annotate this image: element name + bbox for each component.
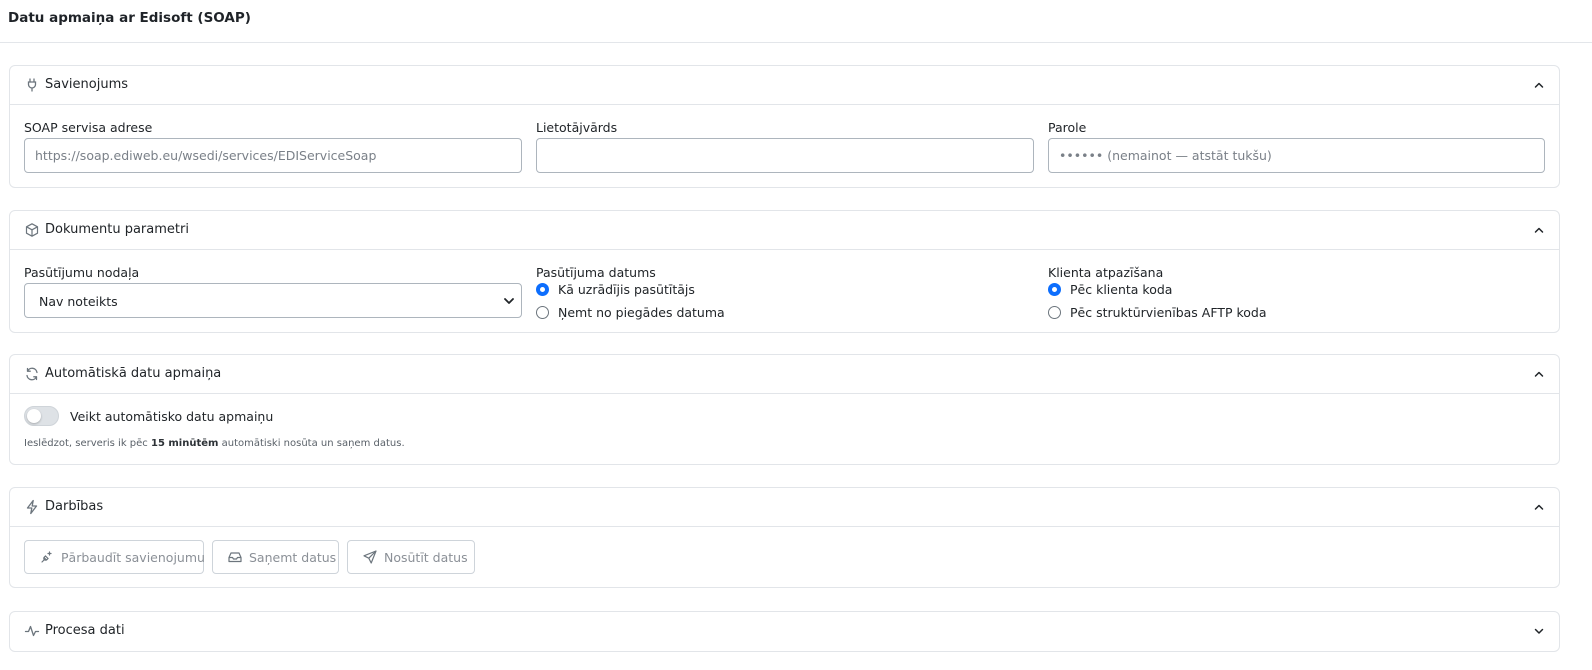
auto-exchange-toggle[interactable]	[24, 406, 59, 426]
send-data-button[interactable]: Nosūtīt datus	[347, 540, 475, 574]
auto-exchange-card-title: Automātiskā datu apmaiņa	[45, 366, 222, 381]
password-label: Parole	[1048, 120, 1087, 135]
plug-test-icon	[40, 550, 54, 564]
soap-address-label: SOAP servisa adrese	[24, 120, 153, 135]
radio-label: Ņemt no piegādes datuma	[558, 305, 725, 320]
chevron-down-icon[interactable]	[1533, 625, 1545, 637]
helper-suffix: automātiski nosūta un saņem datus.	[218, 438, 405, 449]
username-label: Lietotājvārds	[536, 120, 618, 135]
radio-unchecked[interactable]	[1048, 306, 1061, 319]
password-input[interactable]	[1048, 138, 1545, 173]
page-header: Datu apmaiņa ar Edisoft (SOAP)	[0, 0, 1592, 43]
radio-label: Pēc struktūrvienības AFTP koda	[1070, 305, 1267, 320]
process-data-card-title: Procesa dati	[45, 623, 125, 638]
receive-data-button[interactable]: Saņemt datus	[212, 540, 339, 574]
chevron-up-icon[interactable]	[1533, 368, 1545, 380]
documents-card-header[interactable]: Dokumentu parametri	[10, 211, 1559, 250]
client-recognition-label: Klienta atpazīšana	[1048, 265, 1164, 280]
box-icon	[24, 222, 40, 238]
actions-card: Darbības Pārbaudīt savienojumu Saņemt da…	[9, 487, 1560, 588]
connection-card-title: Savienojums	[45, 77, 129, 92]
chevron-up-icon[interactable]	[1533, 224, 1545, 236]
auto-exchange-helper-text: Ieslēdzot, serveris ik pēc 15 minūtēm au…	[24, 438, 405, 449]
plug-icon	[24, 77, 40, 93]
inbox-icon	[228, 550, 242, 564]
test-connection-button-label: Pārbaudīt savienojumu	[61, 550, 205, 565]
department-select-value: Nav noteikts	[39, 294, 118, 309]
send-icon	[363, 550, 377, 564]
radio-label: Kā uzrādījis pasūtītājs	[558, 282, 695, 297]
order-date-option-customer[interactable]: Kā uzrādījis pasūtītājs	[536, 281, 776, 299]
connection-card: Savienojums SOAP servisa adrese Lietotāj…	[9, 65, 1560, 188]
connection-card-header[interactable]: Savienojums	[10, 66, 1559, 105]
process-data-card: Procesa dati	[9, 611, 1560, 652]
helper-prefix: Ieslēdzot, serveris ik pēc	[24, 438, 151, 449]
chevron-up-icon[interactable]	[1533, 501, 1545, 513]
radio-checked[interactable]	[536, 283, 549, 296]
client-option-aftp[interactable]: Pēc struktūrvienības AFTP koda	[1048, 304, 1308, 322]
order-date-label: Pasūtījuma datums	[536, 265, 656, 280]
auto-exchange-card-header[interactable]: Automātiskā datu apmaiņa	[10, 355, 1559, 394]
test-connection-button[interactable]: Pārbaudīt savienojumu	[24, 540, 205, 574]
toggle-knob	[27, 409, 41, 423]
username-input[interactable]	[536, 138, 1034, 173]
department-label: Pasūtījumu nodaļa	[24, 265, 140, 280]
lightning-icon	[24, 499, 40, 515]
auto-exchange-body: Veikt automātisko datu apmaiņu Ieslēdzot…	[10, 395, 1559, 465]
helper-interval: 15 minūtēm	[150, 438, 219, 449]
client-option-code[interactable]: Pēc klienta koda	[1048, 281, 1308, 299]
activity-icon	[24, 623, 40, 639]
actions-card-title: Darbības	[45, 499, 104, 514]
refresh-icon	[24, 366, 40, 382]
actions-body: Pārbaudīt savienojumu Saņemt datus Nosūt…	[10, 528, 1559, 588]
radio-label: Pēc klienta koda	[1070, 282, 1173, 297]
documents-card-title: Dokumentu parametri	[45, 222, 189, 237]
actions-card-header[interactable]: Darbības	[10, 488, 1559, 527]
send-data-button-label: Nosūtīt datus	[384, 550, 468, 565]
page-title: Datu apmaiņa ar Edisoft (SOAP)	[8, 10, 251, 26]
auto-exchange-toggle-label: Veikt automātisko datu apmaiņu	[70, 409, 274, 424]
radio-checked[interactable]	[1048, 283, 1061, 296]
receive-data-button-label: Saņemt datus	[249, 550, 337, 565]
process-data-card-header[interactable]: Procesa dati	[10, 612, 1559, 651]
radio-unchecked[interactable]	[536, 306, 549, 319]
chevron-down-icon	[503, 296, 515, 306]
department-select[interactable]: Nav noteikts	[24, 283, 522, 318]
chevron-up-icon[interactable]	[1533, 79, 1545, 91]
documents-card: Dokumentu parametri Pasūtījumu nodaļa Na…	[9, 210, 1560, 333]
order-date-option-delivery[interactable]: Ņemt no piegādes datuma	[536, 304, 776, 322]
soap-address-input[interactable]	[24, 138, 522, 173]
auto-exchange-card: Automātiskā datu apmaiņa Veikt automātis…	[9, 354, 1560, 465]
